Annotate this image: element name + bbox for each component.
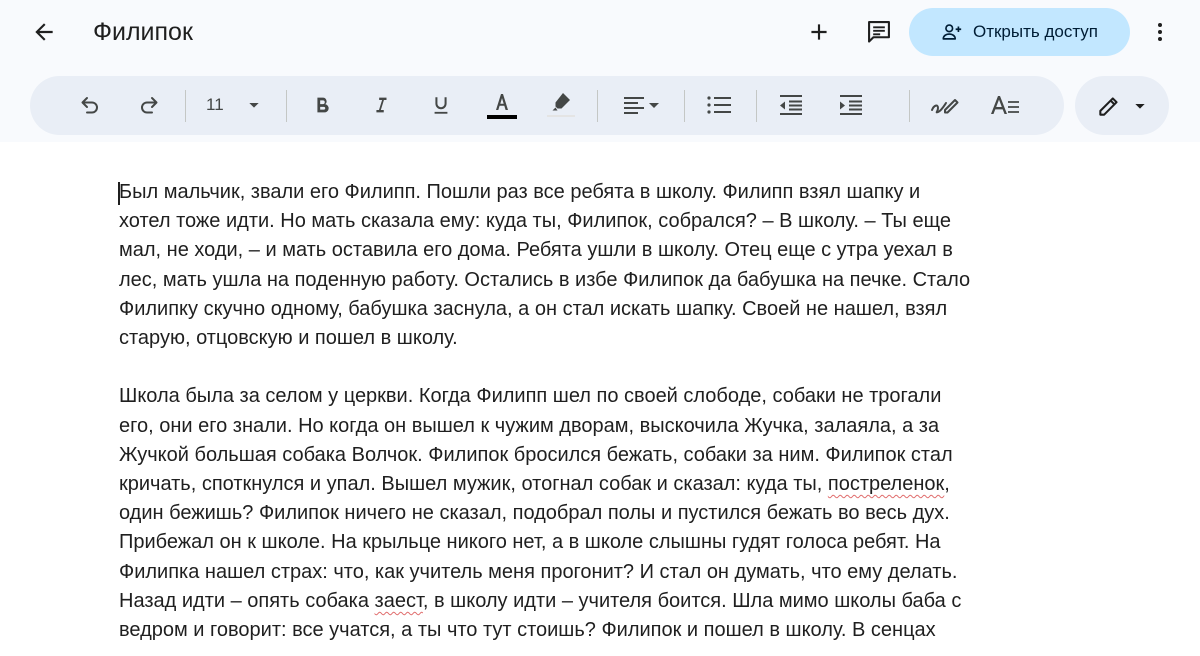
text-line: Жучкой большая собака Волчок. Филипок бр…	[119, 443, 953, 466]
font-size-value: 11	[206, 95, 224, 114]
paragraph[interactable]: Был мальчик, звали его Филипп. Пошли раз…	[119, 178, 1119, 353]
bulleted-list-button[interactable]	[699, 85, 739, 125]
new-button[interactable]	[797, 10, 841, 54]
spellcheck-flagged-word[interactable]: постреленок	[828, 473, 944, 495]
editing-mode-button[interactable]	[1075, 76, 1169, 135]
text-line: хотел тоже идти. Но мать сказала ему: ку…	[119, 210, 951, 233]
redo-button[interactable]	[129, 85, 169, 125]
undo-button[interactable]	[70, 85, 110, 125]
caret-down-icon	[1132, 98, 1148, 114]
comment-icon	[865, 18, 893, 46]
paragraph[interactable]: Школа была за селом у церкви. Когда Фили…	[119, 382, 1119, 645]
formatting-toolbar: 11	[30, 76, 1064, 135]
bold-button[interactable]	[302, 85, 342, 125]
bold-icon	[311, 94, 333, 116]
text-run: , в школу идти – учителя боится. Шла мим…	[422, 589, 962, 612]
text-color-button[interactable]	[482, 85, 522, 125]
underline-button[interactable]	[421, 85, 461, 125]
text-format-icon	[990, 93, 1020, 117]
decrease-indent-button[interactable]	[771, 85, 811, 125]
document-canvas[interactable]: Был мальчик, звали его Филипп. Пошли раз…	[0, 142, 1200, 656]
toolbar-divider	[684, 90, 685, 122]
text-line: Был мальчик, звали его Филипп. Пошли раз…	[119, 181, 921, 203]
text-line: Филипка нашел страх: что, как учитель ме…	[119, 560, 958, 583]
toolbar-divider	[597, 90, 598, 122]
more-options-button[interactable]	[1138, 10, 1182, 54]
comments-button[interactable]	[857, 10, 901, 54]
plus-icon	[806, 19, 832, 45]
decrease-indent-icon	[778, 93, 804, 117]
italic-button[interactable]	[361, 85, 401, 125]
app-chrome: Филипок Открыть доступ 11	[0, 0, 1200, 142]
toolbar-divider	[909, 90, 910, 122]
highlight-icon	[545, 89, 577, 121]
share-label: Открыть доступ	[972, 22, 1099, 41]
bulleted-list-icon	[706, 93, 732, 117]
back-button[interactable]	[22, 10, 66, 54]
toolbar-divider	[756, 90, 757, 122]
text-line: один бежишь? Филипок ничего не сказал, п…	[119, 502, 950, 525]
text-run: ,	[944, 473, 950, 496]
document-body[interactable]: Был мальчик, звали его Филипп. Пошли раз…	[118, 178, 1119, 656]
text-run: Назад идти – опять собака	[119, 589, 375, 612]
text-line: ведром и говорит: все учатся, а ты что т…	[119, 619, 936, 642]
align-button[interactable]	[616, 85, 666, 125]
toolbar-divider	[286, 90, 287, 122]
increase-indent-icon	[838, 93, 864, 117]
text-line: Школа была за селом у церкви. Когда Фили…	[119, 385, 942, 408]
underline-icon	[430, 94, 452, 116]
top-bar: Филипок Открыть доступ	[0, 0, 1200, 64]
undo-icon	[78, 93, 102, 117]
text-line: мал, не ходи, – и мать оставила его дома…	[119, 239, 953, 262]
align-icon	[621, 93, 661, 117]
text-format-button[interactable]	[985, 85, 1025, 125]
highlight-color-button[interactable]	[541, 85, 581, 125]
share-button[interactable]: Открыть доступ	[909, 8, 1130, 56]
handwriting-icon	[930, 93, 960, 117]
handwriting-button[interactable]	[925, 85, 965, 125]
text-line: старую, отцовскую и пошел в школу.	[119, 327, 458, 350]
font-size-select[interactable]: 11	[198, 85, 268, 125]
spellcheck-flagged-word[interactable]: заест	[375, 590, 423, 612]
italic-icon	[370, 94, 392, 116]
arrow-back-icon	[31, 19, 57, 45]
pencil-icon	[1096, 93, 1122, 119]
text-line: Филипку скучно одному, бабушка заснула, …	[119, 297, 948, 320]
docs-app: Филипок Открыть доступ 11 Был мальчик, з…	[0, 0, 1200, 656]
text-color-icon	[486, 89, 518, 121]
more-vert-icon	[1148, 20, 1172, 44]
caret-down-icon	[246, 97, 262, 113]
text-line: его, они его знали. Но когда он вышел к …	[119, 414, 940, 437]
redo-icon	[137, 93, 161, 117]
text-line: кричать, споткнулся и упал. Вышел мужик,…	[119, 470, 1119, 499]
text-line: Прибежал он к школе. На крыльце никого н…	[119, 531, 941, 554]
document-title[interactable]: Филипок	[93, 15, 193, 49]
person-add-icon	[941, 21, 963, 43]
increase-indent-button[interactable]	[831, 85, 871, 125]
text-line: Назад идти – опять собака заест, в школу…	[119, 587, 1119, 616]
toolbar-divider	[185, 90, 186, 122]
text-cursor	[118, 182, 120, 205]
text-line: лес, мать ушла на поденную работу. Остал…	[119, 268, 971, 291]
text-run: кричать, споткнулся и упал. Вышел мужик,…	[119, 473, 828, 496]
